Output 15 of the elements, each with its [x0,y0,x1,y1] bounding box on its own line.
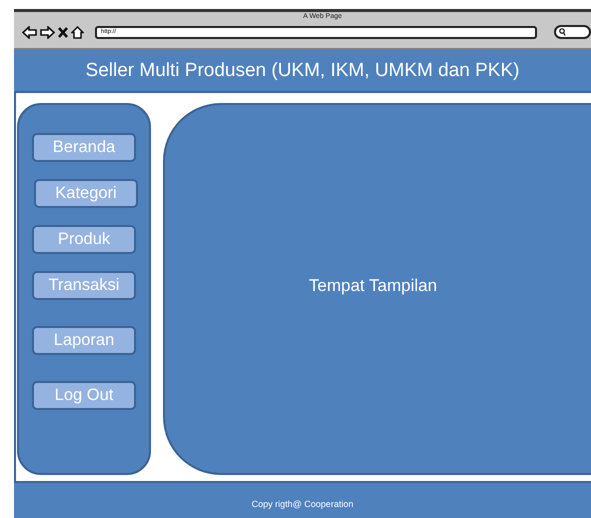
search-field[interactable] [554,25,591,39]
menu-button[interactable]: Transaksi [32,271,136,300]
back-icon[interactable] [22,26,37,38]
footer-text: Copy rigth@ Cooperation [252,499,354,509]
site-title: Seller Multi Produsen (UKM, IKM, UMKM dan PKK) [86,60,520,82]
forward-icon[interactable] [40,26,55,38]
menu-button[interactable]: Kategori [34,179,138,208]
content-placeholder-label: Tempat Tampilan [308,276,438,296]
menu-button[interactable]: Log Out [32,381,136,410]
search-icon [559,28,566,36]
home-icon[interactable] [71,26,84,38]
menu-button[interactable]: Laporan [32,326,136,355]
menu-button[interactable]: Produk [32,225,136,254]
close-icon[interactable] [58,26,68,38]
menu-button[interactable]: Beranda [32,133,136,162]
